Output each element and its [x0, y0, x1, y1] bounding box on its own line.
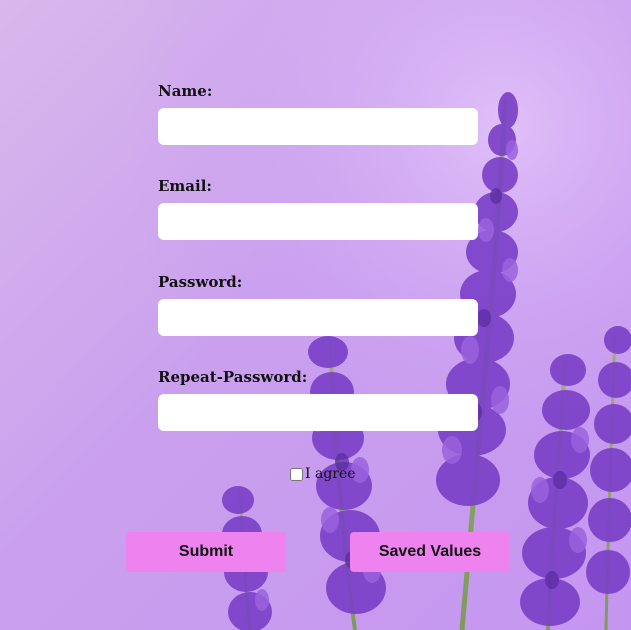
password-label: Password: — [158, 273, 243, 291]
repeat-password-label: Repeat-Password: — [158, 368, 308, 386]
submit-button[interactable]: Submit — [126, 532, 286, 572]
name-input[interactable] — [158, 108, 478, 145]
email-label: Email: — [158, 177, 212, 195]
password-input[interactable] — [158, 299, 478, 336]
repeat-password-input[interactable] — [158, 394, 478, 431]
agree-row: I agree — [290, 466, 356, 482]
signup-form: Name: Email: Password: Repeat-Password: … — [0, 0, 631, 630]
agree-checkbox[interactable] — [290, 467, 303, 481]
agree-label: I agree — [305, 466, 356, 482]
email-input[interactable] — [158, 203, 478, 240]
name-label: Name: — [158, 82, 213, 100]
saved-values-button[interactable]: Saved Values — [350, 532, 510, 572]
